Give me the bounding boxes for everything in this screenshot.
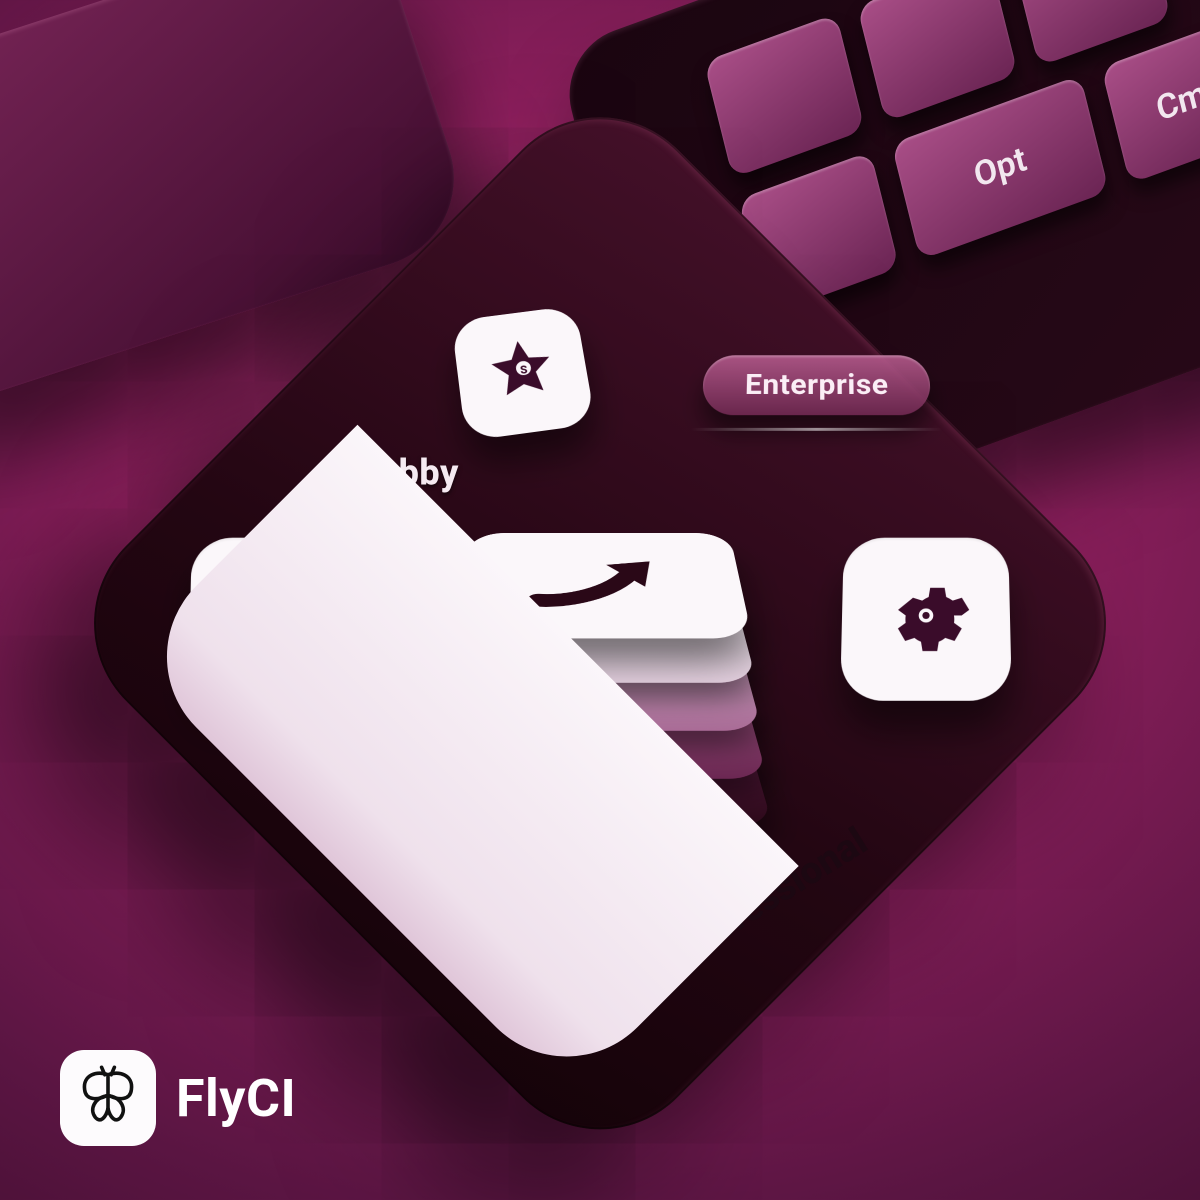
upgrade-arrow-icon — [515, 546, 685, 623]
brand-block: FlyCI — [60, 1050, 296, 1146]
tier-stack-graphic — [420, 467, 780, 827]
list-tile[interactable] — [188, 538, 360, 701]
enterprise-pill[interactable]: Enterprise — [701, 355, 931, 415]
brand-name: FlyCI — [176, 1068, 296, 1129]
tier-label-starter: Starter — [386, 833, 526, 938]
butterfly-icon — [74, 1062, 142, 1134]
tier-label-enterprise: Enterprise — [744, 368, 888, 401]
brand-logo — [60, 1050, 156, 1146]
keyboard-key-blank: . — [704, 13, 865, 178]
keyboard-key-blank: . — [857, 0, 1018, 122]
star-icon: S — [478, 329, 567, 416]
bars-icon — [227, 573, 320, 662]
hobby-tile[interactable]: S — [451, 305, 596, 441]
tier-label-professional: Professional — [669, 820, 876, 972]
gear-icon — [879, 571, 972, 664]
settings-tile[interactable] — [840, 538, 1012, 701]
pricing-panel: S Hobby Enterprise — [48, 72, 1151, 1175]
keyboard-key-cmd: Cm — [1101, 19, 1200, 184]
